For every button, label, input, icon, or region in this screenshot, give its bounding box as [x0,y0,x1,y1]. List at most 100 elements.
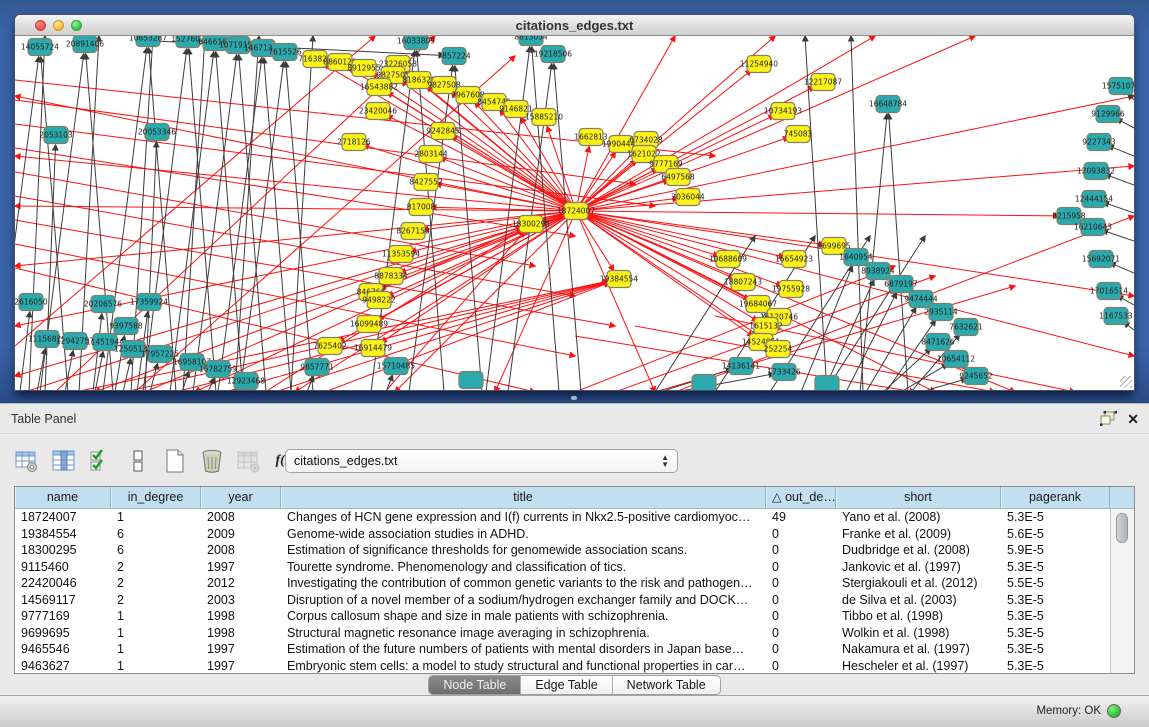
graph-node[interactable]: 17016514 [1090,283,1128,300]
graph-node[interactable]: 1615132 [749,318,783,335]
graph-node[interactable]: 15751074 [1102,78,1134,95]
graph-node[interactable]: 11254940 [740,56,778,73]
graph-node[interactable]: 20206576 [84,296,122,313]
graph-node[interactable] [459,372,483,389]
table-row[interactable]: 946554611997Estimation of the future num… [15,641,1134,658]
column-header-title[interactable]: title [281,487,766,508]
graph-node[interactable]: 9498222 [362,292,396,309]
table-row[interactable]: 1872400712008Changes of HCN gene express… [15,509,1134,526]
graph-node[interactable]: 9245652 [959,368,993,385]
graph-edge [123,359,131,390]
graph-node[interactable]: 817008 [407,199,436,216]
graph-edge [851,36,863,390]
graph-node[interactable]: 23420046 [359,103,397,120]
column-header-out_de[interactable]: △ out_de… [766,487,836,508]
graph-node[interactable]: 2803144 [414,146,448,163]
select-rows-icon[interactable] [88,448,114,474]
graph-node[interactable]: 7632621 [949,319,983,336]
table-columns-icon[interactable] [51,448,77,474]
table-row[interactable]: 911546021997Tourette syndrome. Phenomeno… [15,559,1134,576]
graph-node[interactable]: 7625402 [313,338,347,355]
memory-ok-icon[interactable] [1107,704,1121,718]
graph-node[interactable]: 19218506 [534,46,572,63]
graph-node[interactable]: 252254 [764,341,793,358]
panel-split-handle[interactable] [571,396,577,400]
graph-node[interactable]: 1167533 [1099,308,1133,325]
table-row[interactable]: 1830029562008Estimation of significance … [15,542,1134,559]
graph-node[interactable]: 8471626 [921,334,955,351]
table-cell: 6 [111,542,201,559]
graph-node[interactable]: 16648784 [869,96,907,113]
graph-node[interactable]: 9857771 [300,359,334,376]
network-view-window[interactable]: citations_edges.txt 18724007716382288601… [14,14,1135,391]
tab-network-table[interactable]: Network Table [613,676,720,694]
scrollbar-thumb[interactable] [1116,513,1128,543]
svg-text:7632621: 7632621 [949,323,983,332]
graph-node[interactable]: 745083 [784,126,813,143]
column-header-name[interactable]: name [15,487,111,508]
column-header-year[interactable]: year [201,487,281,508]
column-header-pagerank[interactable]: pagerank [1001,487,1110,508]
network-window-titlebar[interactable]: citations_edges.txt [15,15,1134,36]
graph-node[interactable]: 12444154 [1075,191,1113,208]
graph-node[interactable]: 16033809 [397,36,435,50]
table-vertical-scrollbar[interactable] [1110,509,1134,673]
graph-node[interactable]: 7857224 [437,48,471,65]
table-cell: 0 [766,641,836,658]
graph-node[interactable]: 6497568 [661,169,695,186]
row-chooser-icon[interactable] [125,448,151,474]
graph-node[interactable]: 16654923 [775,251,813,268]
column-header-short[interactable]: short [836,487,1001,508]
graph-node[interactable]: 9227343 [1082,134,1116,151]
float-panel-icon[interactable] [1100,411,1117,426]
graph-node[interactable]: 2053103 [39,127,73,144]
graph-node[interactable]: 1733426 [767,364,801,381]
graph-node[interactable]: 19384554 [600,271,638,288]
table-cell: 9777169 [15,608,111,625]
graph-node[interactable]: 8267150 [396,223,430,240]
graph-node[interactable]: 12093832 [1077,163,1115,180]
graph-node[interactable]: 8878334 [374,268,408,285]
graph-node[interactable]: 8427552 [409,174,443,191]
table-row[interactable]: 1938455462009Genome-wide association stu… [15,526,1134,543]
graph-node[interactable]: 9242845 [426,123,460,140]
graph-node[interactable]: 2718126 [337,134,371,151]
graph-node[interactable]: 16914479 [354,340,392,357]
graph-node[interactable]: 12217087 [804,74,842,91]
table-cell: 0 [766,526,836,543]
new-table-icon[interactable] [162,448,188,474]
table-row[interactable]: 969969511998Structural magnetic resonanc… [15,625,1134,642]
graph-node[interactable]: 20053346 [138,124,176,141]
network-canvas[interactable]: 1872400771638228860128891295523226058982… [15,36,1134,390]
graph-node[interactable]: 9129966 [1091,106,1125,123]
graph-node[interactable]: 2935114 [924,304,958,321]
table-row[interactable]: 1456911722003Disruption of a novel membe… [15,592,1134,609]
graph-node[interactable]: 9397588 [109,318,143,335]
graph-node[interactable]: 10688609 [709,251,747,268]
graph-node[interactable]: 2036044 [671,189,705,206]
table-cell: 2 [111,592,201,609]
table-row[interactable]: 977716911998Corpus callosum shape and si… [15,608,1134,625]
graph-node[interactable]: 12923468 [227,373,265,390]
tab-node-table[interactable]: Node Table [429,676,521,694]
graph-node[interactable]: 10654112 [937,351,975,368]
table-row[interactable]: 946362711997Embryonic stem cells: a mode… [15,658,1134,675]
table-settings-icon[interactable] [14,448,40,474]
close-panel-icon[interactable]: ✕ [1127,412,1139,426]
column-header-in_degree[interactable]: in_degree [111,487,201,508]
graph-node[interactable] [692,375,716,391]
graph-node[interactable]: 2616050 [15,294,48,311]
svg-text:9245652: 9245652 [959,372,993,381]
graph-node[interactable]: 15710485 [377,358,415,375]
graph-node[interactable]: 8813054 [514,36,548,46]
delete-rows-icon[interactable] [199,448,225,474]
table-source-select[interactable]: citations_edges.txt ▲▼ [285,449,678,473]
table-row[interactable]: 2242004622012Investigating the contribut… [15,575,1134,592]
graph-node[interactable]: 7615526 [268,44,302,61]
graph-node[interactable]: 14055724 [21,39,59,56]
graph-node[interactable]: 10653287 [129,36,167,47]
graph-node[interactable] [815,376,839,391]
table-cell: Dudbridge et al. (2008) [836,542,1001,559]
window-resize-grip[interactable] [1120,376,1132,388]
tab-edge-table[interactable]: Edge Table [521,676,612,694]
